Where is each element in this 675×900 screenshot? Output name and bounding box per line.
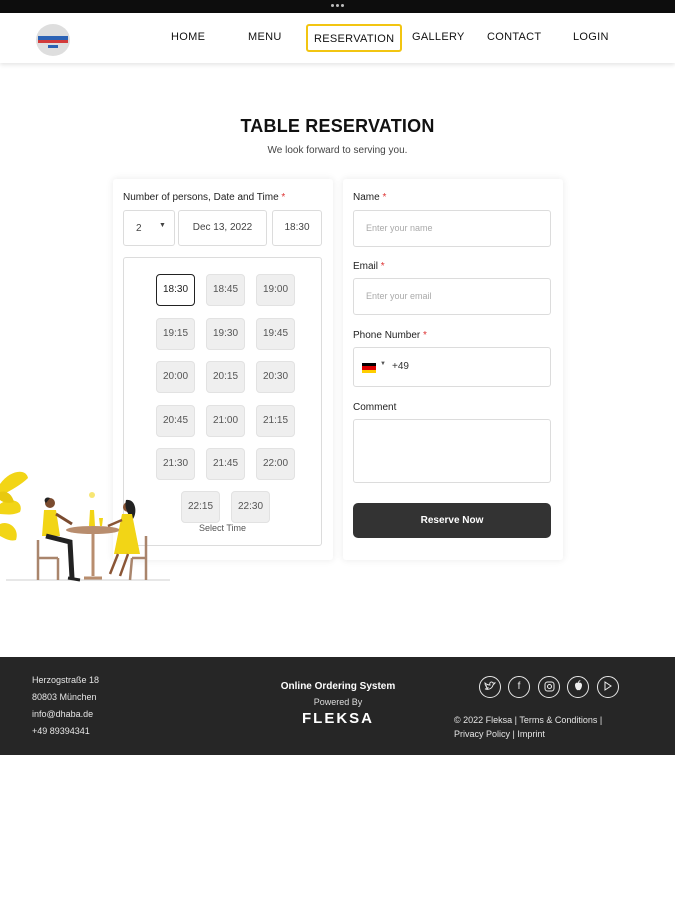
nav-reservation[interactable]: RESERVATION — [306, 24, 403, 52]
date-picker[interactable]: Dec 13, 2022 — [178, 210, 267, 246]
nav-menu[interactable]: MENU — [248, 31, 282, 47]
chevron-down-icon[interactable]: ▼ — [380, 361, 386, 367]
copyright-text: © 2022 Fleksa — [454, 715, 513, 725]
phone-label: Phone Number * — [353, 330, 427, 341]
reserve-now-button[interactable]: Reserve Now — [353, 503, 551, 538]
address-city: 80803 München — [32, 692, 97, 702]
nav-login[interactable]: LOGIN — [573, 31, 609, 47]
footer-phone-link[interactable]: +49 89394341 — [32, 723, 99, 740]
time-slot-button[interactable]: 20:30 — [256, 361, 295, 393]
persons-select[interactable]: 2 ▼ — [123, 210, 175, 246]
nav-home[interactable]: HOME — [171, 31, 205, 47]
name-label: Name * — [353, 192, 387, 203]
privacy-policy-link[interactable]: Privacy Policy — [454, 729, 510, 739]
nav-contact[interactable]: CONTACT — [487, 31, 541, 47]
email-label: Email * — [353, 261, 385, 272]
address-street: Herzogstraße 18 — [32, 675, 100, 685]
time-slot-button[interactable]: 21:45 — [206, 448, 245, 480]
page-subtitle: We look forward to serving you. — [267, 145, 408, 156]
time-slot-button[interactable]: 21:00 — [206, 404, 245, 437]
ordering-system-title: Online Ordering System — [280, 681, 396, 692]
chevron-down-icon: ▼ — [159, 222, 166, 229]
comment-label: Comment — [353, 402, 397, 413]
footer-legal: © 2022 Fleksa | Terms & Conditions | Pri… — [454, 715, 603, 739]
apple-icon[interactable] — [567, 676, 589, 698]
nav-gallery[interactable]: GALLERY — [412, 31, 465, 47]
booking-label: Number of persons, Date and Time * — [123, 192, 286, 203]
comment-textarea[interactable] — [353, 419, 551, 483]
time-slot-button[interactable]: 19:00 — [256, 274, 295, 306]
footer-email-link[interactable]: info@dhaba.de — [32, 706, 99, 723]
time-slot-button[interactable]: 18:30 — [156, 274, 195, 306]
time-slot-button[interactable]: 19:15 — [156, 317, 195, 350]
time-field[interactable]: 18:30 — [272, 210, 322, 246]
window-dots-icon — [331, 4, 345, 8]
time-slot-button[interactable]: 18:45 — [206, 274, 245, 306]
facebook-icon[interactable]: f — [508, 676, 530, 698]
persons-value: 2 — [136, 223, 142, 234]
name-input[interactable]: Enter your name — [353, 210, 551, 247]
footer-address: Herzogstraße 18 80803 München info@dhaba… — [32, 672, 99, 740]
time-slot-button[interactable]: 19:45 — [256, 317, 295, 350]
time-slot-button[interactable]: 19:30 — [206, 317, 245, 350]
time-slot-button[interactable]: 20:15 — [206, 361, 245, 393]
contact-form-card: Name * Enter your name Email * Enter you… — [343, 179, 563, 560]
site-footer: Herzogstraße 18 80803 München info@dhaba… — [0, 657, 675, 755]
dining-couple-illustration — [0, 471, 170, 582]
imprint-link[interactable]: Imprint — [517, 729, 545, 739]
time-slot-button[interactable]: 22:15 — [181, 491, 220, 523]
fleksa-logo[interactable]: FLEKSA — [255, 710, 421, 727]
time-slot-button[interactable]: 20:45 — [156, 404, 195, 437]
time-slot-button[interactable]: 22:30 — [231, 491, 270, 523]
instagram-icon[interactable] — [538, 676, 560, 698]
site-header: HOME MENU RESERVATION GALLERY CONTACT LO… — [0, 13, 675, 63]
email-input[interactable]: Enter your email — [353, 278, 551, 315]
restaurant-logo[interactable] — [36, 24, 70, 56]
terms-link[interactable]: Terms & Conditions — [519, 715, 597, 725]
time-slot-button[interactable]: 20:00 — [156, 361, 195, 393]
twitter-icon[interactable] — [479, 676, 501, 698]
powered-by-label: Powered By — [313, 697, 363, 707]
google-play-icon[interactable] — [597, 676, 619, 698]
phone-code: +49 — [392, 361, 409, 372]
page-title: TABLE RESERVATION — [240, 116, 435, 136]
phone-input[interactable]: ▼ +49 — [353, 347, 551, 387]
status-bar — [0, 0, 675, 13]
germany-flag-icon[interactable] — [362, 363, 376, 373]
time-slot-button[interactable]: 22:00 — [256, 448, 295, 480]
time-slot-button[interactable]: 21:15 — [256, 404, 295, 437]
